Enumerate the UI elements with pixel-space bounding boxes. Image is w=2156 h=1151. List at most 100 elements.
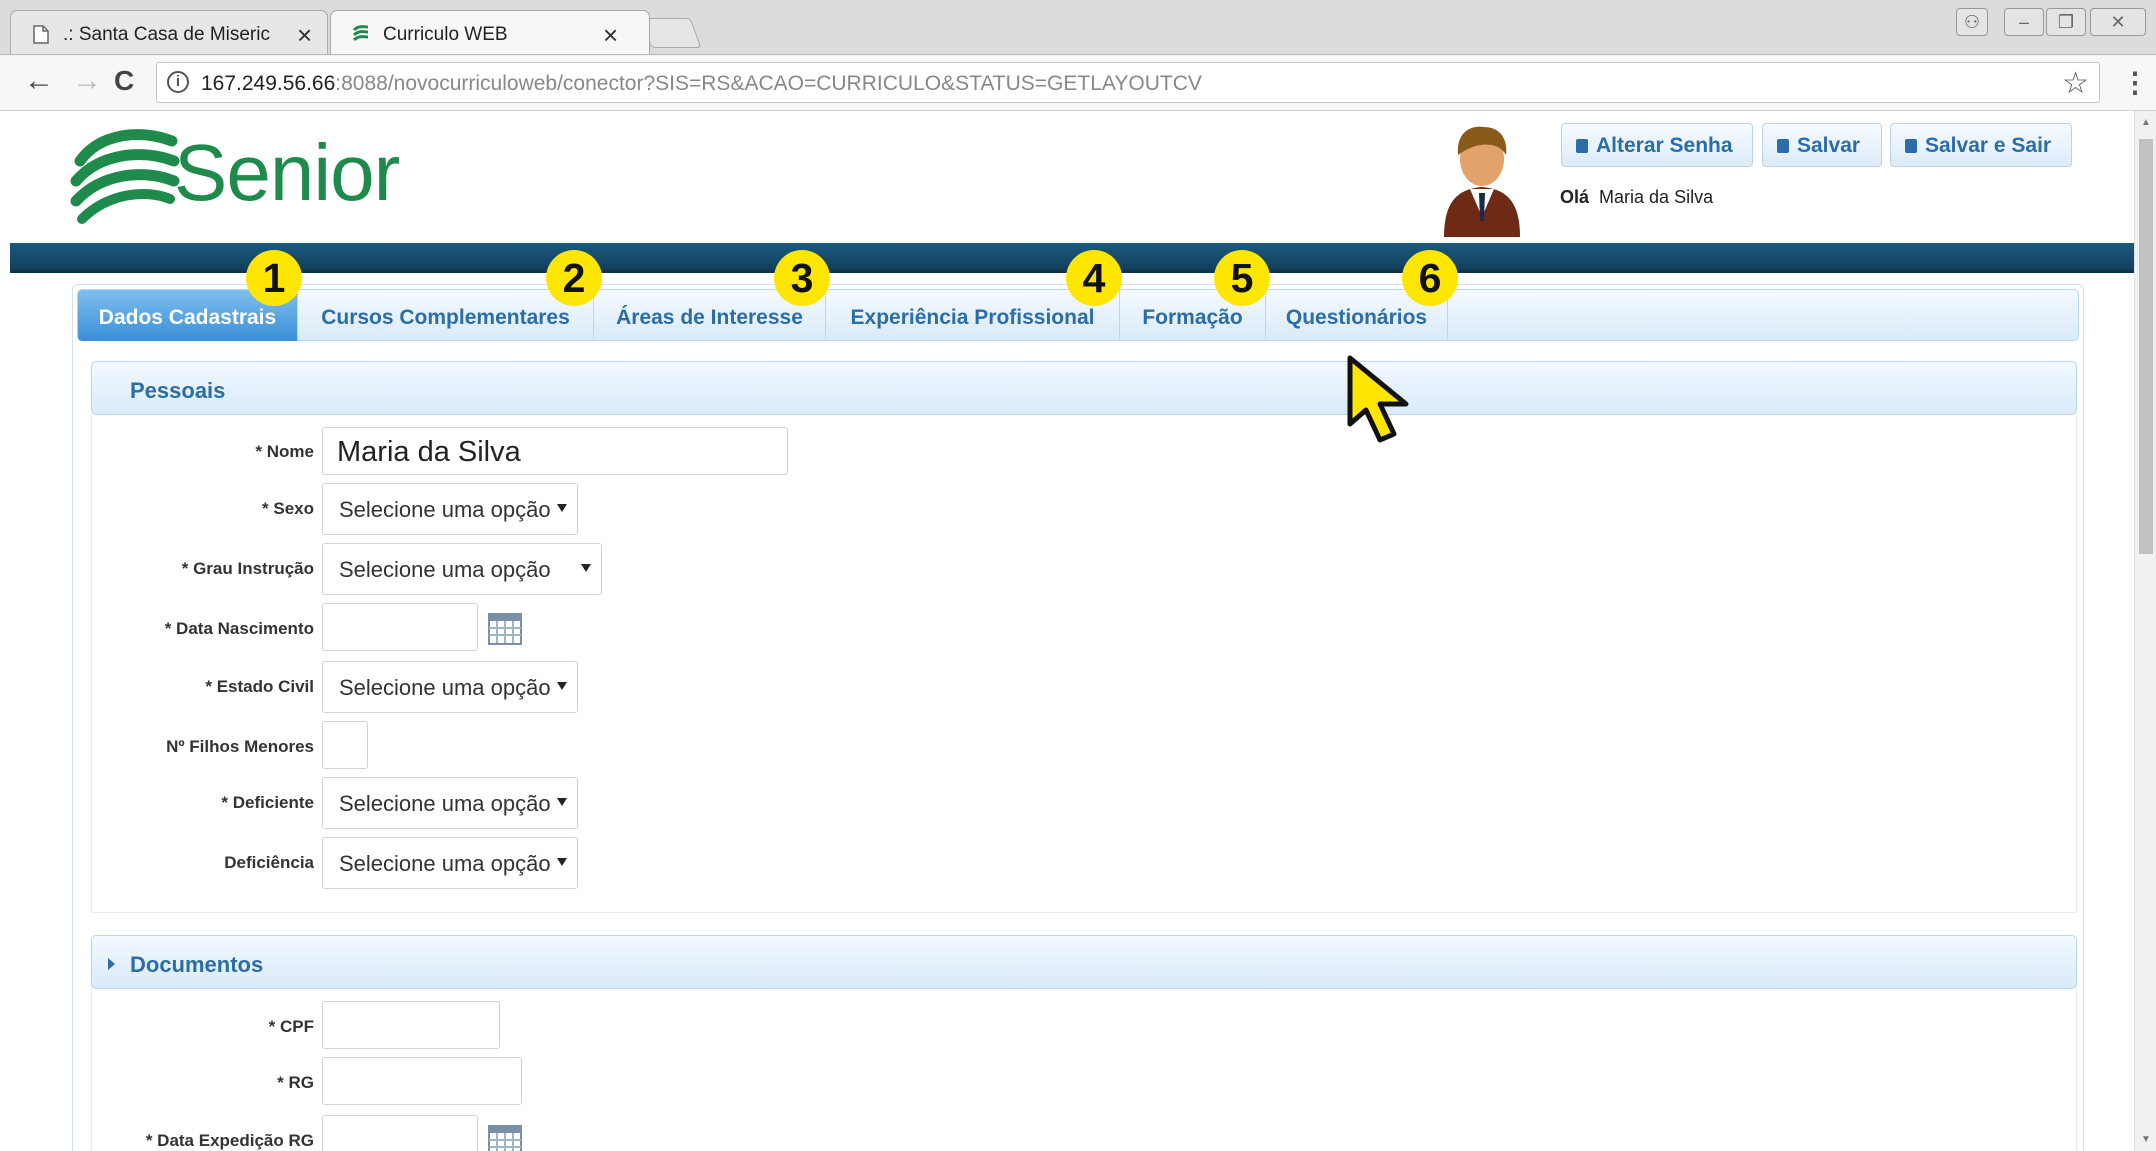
cpf-input[interactable] [322,1001,500,1049]
section-pessoais-body: * Nome Maria da Silva * Sexo Selecione u… [91,415,2077,913]
name-input[interactable]: Maria da Silva [322,427,788,475]
dropdown-arrow-icon [557,504,567,512]
field-filhos-menores: Nº Filhos Menores [92,721,2076,777]
field-label: * Grau Instrução [181,559,314,578]
dropdown-arrow-icon [581,564,591,572]
save-label: Salvar [1797,134,1861,157]
save-exit-button[interactable]: Salvar e Sair [1890,123,2072,167]
step-marker-4: 4 [1066,250,1122,306]
url-host: 167.249.56.66 [201,72,336,95]
brand-name: Senior [174,128,400,217]
field-deficiente: * Deficiente Selecione uma opção [92,777,2076,833]
browser-tab-santa-casa[interactable]: .: Santa Casa de Miseric × [10,10,328,54]
step-marker-6: 6 [1402,250,1458,306]
page-content: Senior Alterar Senha Salvar Salvar e Sai… [10,111,2134,1151]
forward-arrow-icon[interactable]: → [72,66,102,96]
reload-icon[interactable]: C [114,66,134,96]
scroll-down-icon[interactable]: ▼ [2141,1134,2151,1145]
browser-tab-curriculo[interactable]: Curriculo WEB × [330,10,650,54]
select-value: Selecione uma opção [339,557,551,582]
select-value: Selecione uma opção [339,851,551,876]
browser-menu-icon[interactable]: ⋮ [2121,66,2149,99]
user-name: Maria da Silva [1599,187,1714,207]
section-pessoais-header[interactable]: Pessoais [91,361,2077,415]
step-marker-2: 2 [546,250,602,306]
greeting: Olá Maria da Silva [1560,187,1713,208]
senior-logo-icon [70,129,180,224]
close-tab-icon[interactable]: × [603,20,618,51]
field-sexo: * Sexo Selecione uma opção [92,483,2076,539]
dropdown-arrow-icon [557,682,567,690]
disk-icon [1905,139,1917,153]
senior-favicon-icon [353,25,369,42]
select-value: Selecione uma opção [339,791,551,816]
save-button[interactable]: Salvar [1762,123,1882,167]
page-icon [33,25,49,44]
section-documentos-body: * CPF * RG * Data Expedição RG [91,989,2077,1151]
estado-civil-select[interactable]: Selecione uma opção [322,661,578,713]
section-title: Documentos [130,952,264,977]
section-documentos-header[interactable]: Documentos [91,935,2077,989]
expand-triangle-icon [108,958,115,970]
field-estado-civil: * Estado Civil Selecione uma opção [92,661,2076,717]
scrollbar-thumb[interactable] [2139,139,2153,554]
field-label: Deficiência [224,853,314,872]
field-label: * Estado Civil [205,677,314,696]
field-label: * CPF [268,1017,314,1036]
change-password-label: Alterar Senha [1596,134,1733,157]
step-marker-1: 1 [246,250,302,306]
avatar [1444,126,1520,237]
step-marker-3: 3 [774,250,830,306]
data-expedicao-input[interactable] [322,1115,478,1151]
sexo-select[interactable]: Selecione uma opção [322,483,578,535]
address-bar[interactable]: i 167.249.56.66:8088/novocurriculoweb/co… [156,62,2100,103]
dropdown-arrow-icon [557,858,567,866]
close-window-button[interactable]: ✕ [2090,8,2146,36]
deficiencia-select[interactable]: Selecione uma opção [322,837,578,889]
url-path: :8088/novocurriculoweb/conector?SIS=RS&A… [335,72,1202,95]
data-nascimento-input[interactable] [322,603,478,651]
field-deficiencia: Deficiência Selecione uma opção [92,837,2076,893]
change-password-button[interactable]: Alterar Senha [1561,123,1753,167]
browser-chrome: .: Santa Casa de Miseric × Curriculo WEB… [0,0,2156,111]
tab-strip: .: Santa Casa de Miseric × Curriculo WEB… [0,0,2156,55]
rg-input[interactable] [322,1057,522,1105]
greeting-label: Olá [1560,187,1590,207]
field-grau-instrucao: * Grau Instrução Selecione uma opção [92,543,2076,599]
browser-tab-title: .: Santa Casa de Miseric [63,24,270,45]
deficiente-select[interactable]: Selecione uma opção [322,777,578,829]
tab-cursos-complementares[interactable]: Cursos Complementares [298,290,594,341]
mouse-pointer-icon [1347,355,1409,443]
bookmark-star-icon[interactable]: ☆ [2062,66,2089,101]
close-tab-icon[interactable]: × [297,20,312,51]
field-label: * Sexo [262,499,314,518]
url-text: 167.249.56.66:8088/novocurriculoweb/cone… [201,72,1202,96]
field-data-nascimento: * Data Nascimento [92,603,2076,659]
calendar-icon[interactable] [488,611,522,645]
field-label: * Deficiente [221,793,314,812]
calendar-icon[interactable] [488,1123,522,1151]
field-label: Nº Filhos Menores [166,737,314,756]
select-value: Selecione uma opção [339,497,551,522]
dropdown-arrow-icon [557,798,567,806]
field-cpf: * CPF [92,1001,2076,1057]
page-scrollbar[interactable]: ▲ ▼ [2134,111,2156,1151]
field-rg: * RG [92,1057,2076,1113]
field-label: * Data Nascimento [164,619,314,638]
save-icon [1777,139,1789,153]
filhos-menores-input[interactable] [322,721,368,769]
form-panel: Dados Cadastrais Cursos Complementares Á… [72,284,2084,1151]
scroll-up-icon[interactable]: ▲ [2141,117,2151,128]
back-arrow-icon[interactable]: ← [24,66,54,96]
grau-instrucao-select[interactable]: Selecione uma opção [322,543,602,595]
profile-icon[interactable]: ⚇ [1956,8,1988,36]
minimize-button[interactable]: – [2004,8,2044,36]
save-exit-label: Salvar e Sair [1925,134,2052,157]
restore-button[interactable]: ❐ [2046,8,2086,36]
field-label: * RG [277,1073,314,1092]
select-value: Selecione uma opção [339,675,551,700]
info-icon[interactable]: i [167,71,189,93]
field-data-expedicao-rg: * Data Expedição RG [92,1115,2076,1151]
lock-icon [1576,139,1588,153]
section-title: Pessoais [130,378,226,403]
